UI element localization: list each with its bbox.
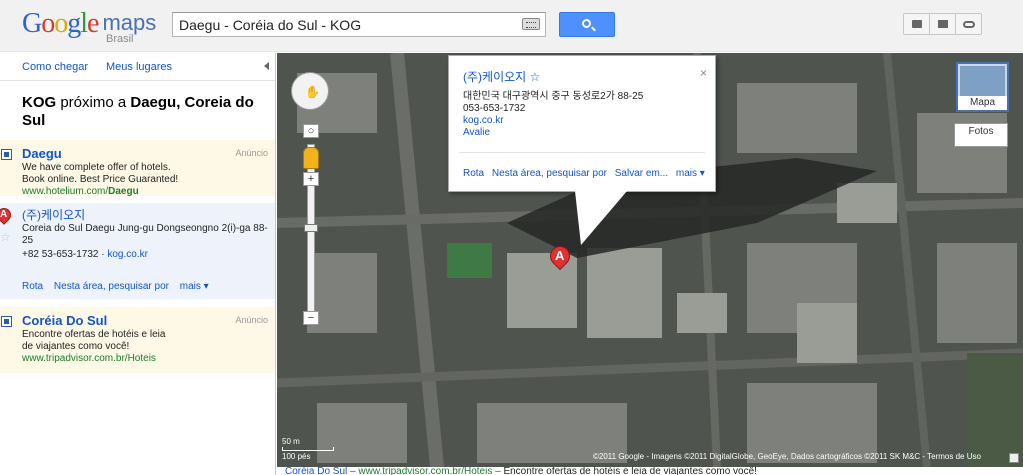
near-text: próximo a <box>60 94 127 111</box>
ad-map-pin-icon <box>1 149 12 160</box>
panel-nav: Como chegar Meus lugares <box>0 53 275 81</box>
ad-label: Anúncio <box>235 315 268 325</box>
info-website[interactable]: kog.co.kr <box>463 115 701 127</box>
result-listing[interactable]: A ☆ (주)케이오지 Coreia do Sul Daegu Jung-gu … <box>0 203 275 299</box>
zoom-out-button[interactable]: − <box>303 311 319 325</box>
info-actions: Rota Nesta área, pesquisar por Salvar em… <box>463 168 710 179</box>
photos-label: Fotos <box>968 126 994 137</box>
ad-text-line: de viajantes como você! <box>22 341 130 352</box>
more-link[interactable]: mais ▾ <box>676 168 705 179</box>
info-window: × (주)케이오지 ☆ 대한민국 대구광역시 중구 동성로2가 88-25 05… <box>448 55 716 192</box>
photos-toggle[interactable]: Fotos <box>954 123 1008 147</box>
close-icon[interactable]: × <box>700 66 707 80</box>
info-phone: 053-653-1732 <box>463 103 526 114</box>
listing-phone: +82 53-653-1732 <box>22 249 99 260</box>
bottom-ad-desc: Encontre ofertas de hotéis e leia de via… <box>503 467 757 475</box>
ad-label: Anúncio <box>235 148 268 158</box>
info-window-tail <box>575 191 627 245</box>
link-icon <box>963 21 975 28</box>
listing-phone-row: +82 53-653-1732 · kog.co.kr <box>22 249 268 260</box>
zoom-slider-rail[interactable] <box>307 144 315 324</box>
info-divider <box>459 152 705 153</box>
search-button[interactable] <box>559 12 615 37</box>
route-link[interactable]: Rota <box>463 168 484 179</box>
mail-icon <box>938 20 948 28</box>
bottom-ad-title: Coréia Do Sul <box>285 467 348 475</box>
ad-item[interactable]: Anúncio Coréia Do Sul Encontre ofertas d… <box>0 307 275 373</box>
ad-title[interactable]: Daegu <box>22 146 270 162</box>
save-link[interactable]: Salvar em... <box>615 168 668 179</box>
bottom-ad-text[interactable]: Coréia Do Sul – www.tripadvisor.com.br/H… <box>285 467 757 475</box>
ad-item[interactable]: Anúncio Daegu We have complete offer of … <box>0 140 275 198</box>
bottom-ad-url: www.tripadvisor.com.br/Hoteis <box>358 467 493 475</box>
ad-url-bold: Daegu <box>108 186 139 197</box>
scale-bar: 50 m 100 pés <box>282 437 334 461</box>
star-icon[interactable]: ☆ <box>0 230 11 244</box>
more-link[interactable]: mais ▾ <box>180 281 209 292</box>
query-text: KOG <box>22 94 57 111</box>
logo-maps: maps <box>102 10 157 35</box>
search-box <box>172 12 546 37</box>
ad-text-line: Encontre ofertas de hotéis e leia <box>22 329 166 340</box>
star-icon[interactable]: ☆ <box>530 70 541 84</box>
listing-actions: Rota Nesta área, pesquisar por mais ▾ <box>22 281 217 292</box>
marker-label: A <box>555 248 565 263</box>
search-nearby-link[interactable]: Nesta área, pesquisar por <box>492 168 607 179</box>
pan-control[interactable]: ✋ <box>291 72 329 110</box>
ad-text-line: We have complete offer of hotels. <box>22 162 171 173</box>
zoom-slider-handle[interactable] <box>304 224 318 232</box>
info-title-text: (주)케이오지 <box>463 70 527 84</box>
info-title[interactable]: (주)케이오지 ☆ <box>463 68 701 85</box>
ad-title[interactable]: Coréia Do Sul <box>22 313 270 329</box>
route-link[interactable]: Rota <box>22 281 43 292</box>
scale-feet: 100 pés <box>282 452 311 461</box>
collapse-panel-icon[interactable] <box>264 62 269 70</box>
ad-map-pin-icon <box>1 316 12 327</box>
search-input[interactable] <box>173 13 503 36</box>
logo-wordmark: Google <box>22 8 99 39</box>
map-type-thumbnail[interactable]: Mapa <box>956 62 1009 112</box>
results-panel: Como chegar Meus lugares KOG próximo a D… <box>0 53 276 475</box>
ad-url[interactable]: www.hotelium.com/Daegu <box>22 186 270 198</box>
email-button[interactable] <box>929 13 956 35</box>
info-address: 대한민국 대구광역시 중구 동성로2가 88-25 <box>463 91 644 102</box>
my-places-link[interactable]: Meus lugares <box>106 61 172 73</box>
link-button[interactable] <box>955 13 982 35</box>
bottom-ad-strip: Coréia Do Sul – www.tripadvisor.com.br/H… <box>277 467 1023 475</box>
scale-meters: 50 m <box>282 437 300 446</box>
listing-address: Coreia do Sul Daegu Jung-gu Dongseongno … <box>22 223 268 246</box>
marker-a-icon: A <box>0 205 14 226</box>
print-icon <box>912 20 922 28</box>
print-button[interactable] <box>903 13 930 35</box>
place-text: Daegu, Coreia do Sul <box>22 94 254 129</box>
ad-url-prefix: www.hotelium.com/ <box>22 186 109 197</box>
google-maps-logo[interactable]: Google maps Brasil <box>22 8 157 45</box>
map-thumb-image <box>960 66 1005 96</box>
listing-website[interactable]: kog.co.kr <box>107 249 148 260</box>
directions-link[interactable]: Como chegar <box>22 61 88 73</box>
hand-icon: ✋ <box>305 85 320 99</box>
ad-text-line: Book online. Best Price Guaranted! <box>22 174 179 185</box>
share-tools <box>903 13 982 35</box>
map-marker-a[interactable]: A <box>545 241 575 276</box>
marker-label: A <box>0 209 8 220</box>
logo-country: Brasil <box>106 33 134 45</box>
review-link[interactable]: Avalie <box>463 127 701 139</box>
reset-view-button[interactable]: ○ <box>303 124 319 138</box>
pegman-icon[interactable] <box>303 147 319 169</box>
search-icon <box>582 19 591 28</box>
separator-dot: · <box>101 249 105 260</box>
map-attribution[interactable]: ©2011 Google - Imagens ©2011 DigitalGlob… <box>593 452 981 461</box>
search-nearby-link[interactable]: Nesta área, pesquisar por <box>54 281 169 292</box>
zoom-in-button[interactable]: + <box>303 172 319 186</box>
ad-url[interactable]: www.tripadvisor.com.br/Hoteis <box>22 353 270 365</box>
expand-icon[interactable] <box>1009 453 1019 463</box>
listing-name[interactable]: (주)케이오지 <box>22 208 268 223</box>
keyboard-icon[interactable] <box>522 18 540 30</box>
map-type-label: Mapa <box>958 96 1007 110</box>
top-bar: Google maps Brasil <box>0 0 1023 52</box>
